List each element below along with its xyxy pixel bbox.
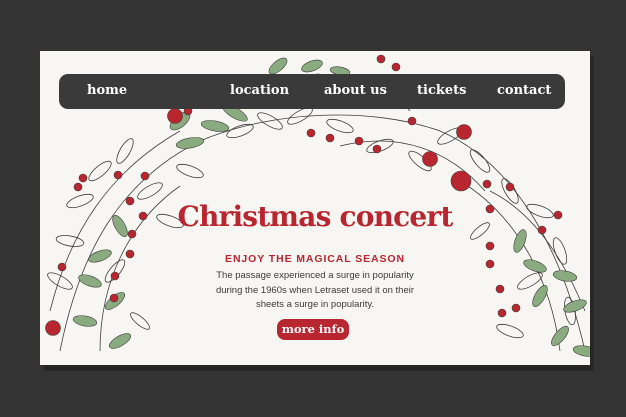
hero-description: The passage experienced a surge in popul… [215, 270, 415, 310]
nav-link-location[interactable]: location [230, 82, 289, 100]
nav-link-about-us[interactable]: about us [324, 82, 387, 100]
landing-page: home location about us tickets contact C… [40, 51, 590, 365]
nav-link-tickets[interactable]: tickets [417, 82, 466, 100]
nav-link-home[interactable]: home [87, 82, 127, 100]
top-navbar: home location about us tickets contact [59, 74, 565, 109]
more-info-button[interactable]: more info [277, 319, 349, 340]
hero-subtitle: ENJOY THE MAGICAL SEASON [225, 253, 405, 265]
hero-title: Christmas concert [177, 200, 453, 233]
nav-link-contact[interactable]: contact [497, 82, 551, 100]
